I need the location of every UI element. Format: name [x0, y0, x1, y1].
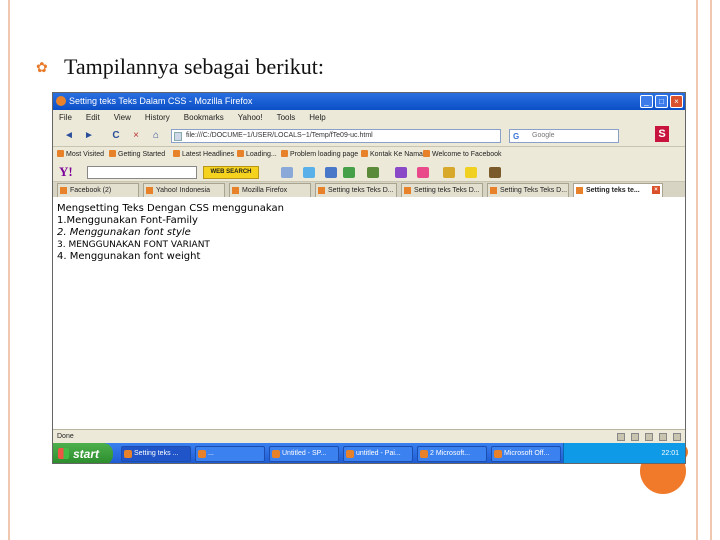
slide-text: Tampilannya sebagai berikut:: [64, 54, 324, 79]
weather-icon[interactable]: [303, 167, 315, 178]
games-icon[interactable]: [443, 167, 455, 178]
page-content: Mengsetting Teks Dengan CSS menggunakan …: [53, 197, 685, 429]
content-line: Mengsetting Teks Dengan CSS menggunakan: [57, 203, 284, 214]
content-line: 4. Menggunakan font weight: [57, 251, 201, 262]
search-input[interactable]: G Google: [509, 129, 619, 143]
bookmarks-toolbar: Most Visited Getting Started Latest Head…: [53, 147, 685, 162]
url-text: file:///C:/DOCUME~1/USER/LOCALS~1/Temp/f…: [186, 132, 373, 139]
status-menu-icon[interactable]: [673, 433, 681, 441]
search-placeholder: Google: [532, 132, 555, 139]
navigation-toolbar: ◄ ► C × ⌂ file:///C:/DOCUME~1/USER/LOCAL…: [53, 125, 685, 147]
stop-button[interactable]: ×: [129, 129, 143, 143]
status-download-icon[interactable]: [659, 433, 667, 441]
taskbar-item[interactable]: Setting teks ...: [121, 446, 191, 462]
menu-history[interactable]: History: [145, 110, 170, 125]
menu-bookmarks[interactable]: Bookmarks: [184, 110, 224, 125]
url-bar[interactable]: file:///C:/DOCUME~1/USER/LOCALS~1/Temp/f…: [171, 129, 501, 143]
page-icon: [174, 132, 182, 141]
taskbar-item[interactable]: 2 Microsoft...: [417, 446, 487, 462]
status-bar: Done: [53, 429, 685, 443]
taskbar-item[interactable]: ...: [195, 446, 265, 462]
maximize-button[interactable]: □: [655, 95, 668, 108]
taskbar-item[interactable]: untitled - Pai...: [343, 446, 413, 462]
taskbar-item[interactable]: Microsoft Off...: [491, 446, 561, 462]
bookmark-problem-loading[interactable]: Problem loading page: [281, 147, 358, 162]
tab-close-icon[interactable]: ×: [652, 186, 660, 194]
content-line: 1.Menggunakan Font-Family: [57, 215, 198, 226]
firefox-icon: [56, 96, 66, 106]
smiley-icon[interactable]: [465, 167, 477, 178]
status-tool-icon[interactable]: [631, 433, 639, 441]
yahoo-logo[interactable]: Y!: [59, 164, 73, 180]
status-addon-icon[interactable]: [617, 433, 625, 441]
shopping-icon[interactable]: [489, 167, 501, 178]
web-search-button[interactable]: WEB SEARCH: [203, 166, 259, 179]
music-icon[interactable]: [343, 167, 355, 178]
window-titlebar: Setting teks Teks Dalam CSS - Mozilla Fi…: [53, 93, 685, 110]
slide-border-right-outer: [696, 0, 698, 540]
tab-facebook[interactable]: Facebook (2): [57, 183, 139, 197]
slide-border-right-inner: [710, 0, 712, 540]
menu-edit[interactable]: Edit: [86, 110, 100, 125]
reload-button[interactable]: C: [109, 129, 123, 143]
back-button[interactable]: ◄: [59, 129, 79, 143]
tab-setting-2[interactable]: Setting teks Teks D...: [401, 183, 483, 197]
status-icons: [617, 433, 681, 441]
status-text: Done: [57, 433, 74, 440]
menu-yahoo[interactable]: Yahoo!: [238, 110, 263, 125]
home-button[interactable]: ⌂: [149, 129, 163, 143]
bookmark-facebook[interactable]: Welcome to Facebook: [423, 147, 502, 162]
flickr-icon[interactable]: [417, 167, 429, 178]
menu-tools[interactable]: Tools: [277, 110, 296, 125]
tab-bar: Facebook (2) Yahoo! Indonesia Mozilla Fi…: [53, 182, 685, 197]
messenger-icon[interactable]: [367, 167, 379, 178]
stumbleupon-icon[interactable]: S: [655, 126, 669, 142]
google-icon: G: [513, 132, 520, 141]
content-line: 2. Menggunakan font style: [57, 227, 191, 238]
tab-yahoo[interactable]: Yahoo! Indonesia: [143, 183, 225, 197]
bookmark-loading[interactable]: Loading...: [237, 147, 277, 162]
tab-firefox[interactable]: Mozilla Firefox: [229, 183, 311, 197]
bookmark-latest-headlines[interactable]: Latest Headlines: [173, 147, 234, 162]
news-icon[interactable]: [325, 167, 337, 178]
bookmark-getting-started[interactable]: Getting Started: [109, 147, 165, 162]
system-tray: 22:01: [563, 443, 685, 463]
menu-view[interactable]: View: [114, 110, 131, 125]
minimize-button[interactable]: _: [640, 95, 653, 108]
tab-active-label: Setting teks te...: [586, 187, 640, 194]
content-line: 3. MENGGUNAKAN FONT VARIANT: [57, 240, 210, 250]
start-button[interactable]: start: [53, 443, 113, 463]
mail-icon[interactable]: [281, 167, 293, 178]
slide-border-left: [8, 0, 10, 540]
taskbar-item[interactable]: Untitled - SP...: [269, 446, 339, 462]
yahoo-toolbar: Y! WEB SEARCH: [53, 162, 685, 182]
status-security-icon[interactable]: [645, 433, 653, 441]
forward-button[interactable]: ►: [81, 129, 97, 143]
bookmark-kontak[interactable]: Kontak Ke Nama: [361, 147, 423, 162]
bullet-icon: ✿: [36, 60, 48, 76]
browser-screenshot: Setting teks Teks Dalam CSS - Mozilla Fi…: [52, 92, 686, 464]
windows-taskbar: start Setting teks ... ... Untitled - SP…: [53, 443, 685, 463]
tab-setting-1[interactable]: Setting teks Teks D...: [315, 183, 397, 197]
clock[interactable]: 22:01: [661, 450, 679, 457]
menu-file[interactable]: File: [59, 110, 72, 125]
menu-bar: File Edit View History Bookmarks Yahoo! …: [53, 110, 685, 125]
bookmark-most-visited[interactable]: Most Visited: [57, 147, 104, 162]
window-title: Setting teks Teks Dalam CSS - Mozilla Fi…: [69, 96, 253, 106]
close-button[interactable]: ×: [670, 95, 683, 108]
tab-setting-active[interactable]: Setting teks te... ×: [573, 183, 663, 197]
yahoo-search-input[interactable]: [87, 166, 197, 179]
menu-help[interactable]: Help: [309, 110, 325, 125]
tab-setting-3[interactable]: Setting Teks Teks D...: [487, 183, 569, 197]
answers-icon[interactable]: [395, 167, 407, 178]
